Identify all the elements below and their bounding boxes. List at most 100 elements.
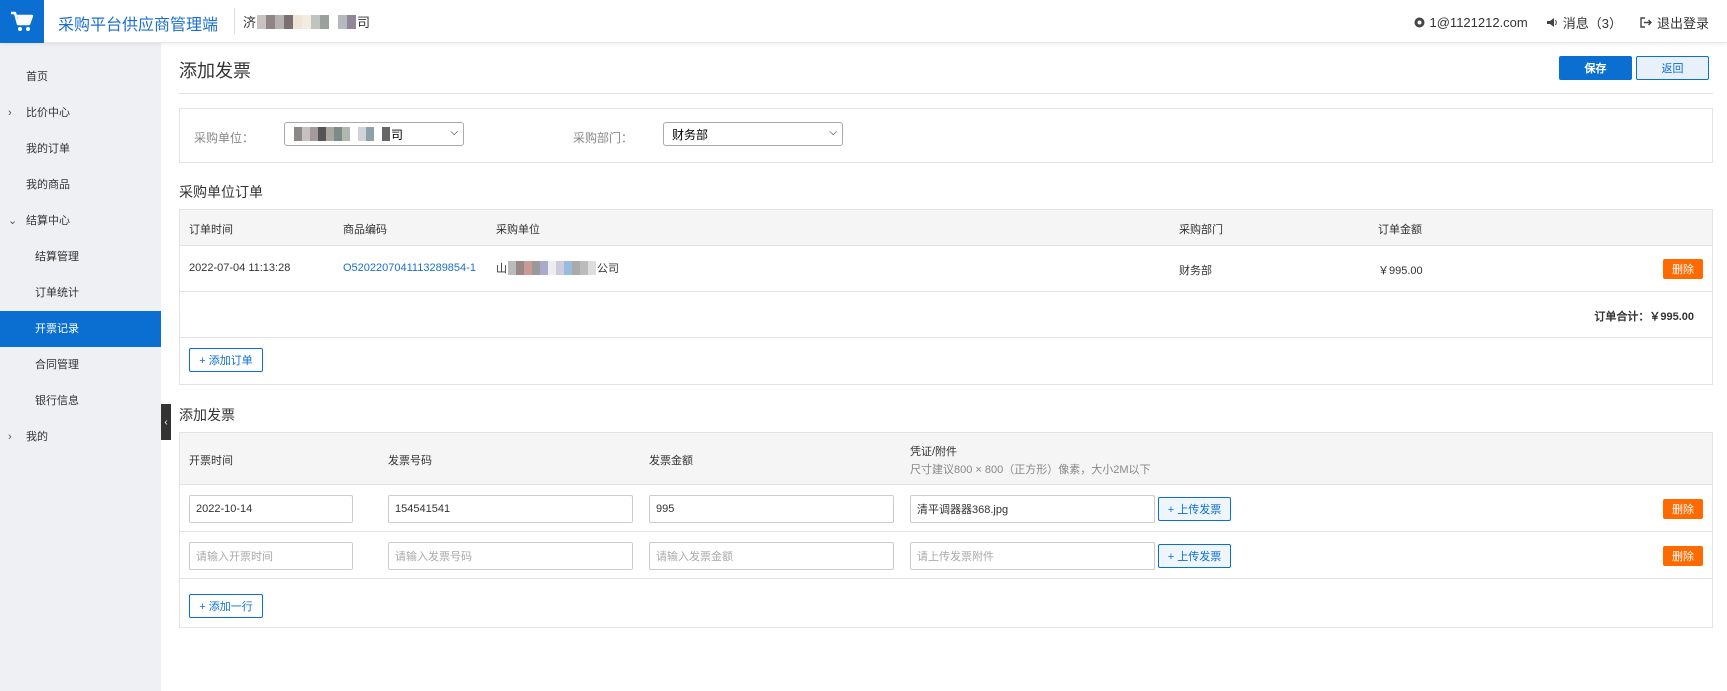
sidebar-item-label: 结算管理 bbox=[35, 251, 79, 263]
company-name: 济 司 bbox=[243, 12, 370, 31]
purchase-unit-label: 采购单位： bbox=[194, 131, 255, 145]
invoices-section-title: 添加发票 bbox=[179, 407, 235, 423]
product-code-link[interactable]: O5202207041113289854-1 bbox=[343, 262, 476, 274]
filter-panel: 采购单位： 司 ⌵ 采购部门： 财务部 ⌵ bbox=[179, 108, 1713, 163]
invoice-date-input[interactable]: 2022-10-14 bbox=[189, 495, 353, 523]
company-name-prefix: 济 bbox=[243, 15, 257, 30]
col-header-invoice-amount: 发票金额 bbox=[649, 455, 693, 467]
user-dot-icon bbox=[1414, 17, 1424, 28]
delete-order-button[interactable]: 删除 bbox=[1663, 259, 1703, 279]
sidebar-collapse-handle[interactable]: ‹ bbox=[161, 404, 171, 440]
chevron-left-icon: ‹ bbox=[164, 416, 168, 428]
purchase-dept-label: 采购部门： bbox=[573, 131, 634, 145]
col-header-purchase-dept: 采购部门 bbox=[1179, 224, 1223, 236]
speaker-icon bbox=[1546, 18, 1557, 27]
purchase-unit-prefix: 山 bbox=[496, 263, 507, 275]
redacted-company-name bbox=[257, 14, 357, 29]
header-divider bbox=[234, 8, 235, 34]
logout-link[interactable]: 退出登录 bbox=[1640, 13, 1709, 32]
messages-link[interactable]: 消息（3） bbox=[1546, 13, 1622, 32]
purchase-unit-suffix: 公司 bbox=[597, 263, 619, 275]
redacted-unit-name bbox=[508, 261, 596, 275]
messages-label: 消息（3） bbox=[1562, 16, 1622, 31]
purchase-unit-select[interactable]: 司 ⌵ bbox=[284, 122, 464, 146]
invoice-attachment-input[interactable]: 请上传发票附件 bbox=[910, 542, 1155, 570]
invoice-number-input[interactable]: 请输入发票号码 bbox=[388, 542, 633, 570]
save-button[interactable]: 保存 bbox=[1559, 56, 1632, 80]
table-row: 2022-10-14 154541541 995 清平调器器368.jpg + … bbox=[180, 485, 1712, 532]
invoice-amount-input[interactable]: 995 bbox=[649, 495, 894, 523]
orders-table: 订单时间 商品编码 采购单位 采购部门 订单金额 2022-07-04 11:1… bbox=[179, 209, 1713, 385]
purchase-dept-value: 财务部 bbox=[672, 127, 709, 142]
chevron-down-icon: ⌵ bbox=[450, 127, 458, 138]
sidebar-item-label: 我的商品 bbox=[26, 179, 70, 191]
chevron-down-icon: ⌵ bbox=[829, 127, 837, 138]
table-row: 2022-07-04 11:13:28 O5202207041113289854… bbox=[180, 246, 1712, 292]
sidebar-item-price-compare[interactable]: › 比价中心 bbox=[0, 95, 161, 131]
logout-icon bbox=[1640, 17, 1652, 28]
col-header-invoice-number: 发票号码 bbox=[388, 455, 432, 467]
purchase-unit-cell: 山 公司 bbox=[496, 260, 619, 276]
sidebar-item-label: 我的 bbox=[26, 431, 48, 443]
sidebar-item-order-statistics[interactable]: 订单统计 bbox=[0, 275, 161, 311]
logout-label: 退出登录 bbox=[1656, 16, 1709, 31]
user-email: 1@1121212.com bbox=[1429, 15, 1528, 30]
chevron-right-icon: › bbox=[8, 107, 12, 119]
order-time-cell: 2022-07-04 11:13:28 bbox=[189, 262, 291, 274]
back-button[interactable]: 返回 bbox=[1636, 56, 1709, 80]
invoice-number-input[interactable]: 154541541 bbox=[388, 495, 633, 523]
order-amount-cell: ￥995.00 bbox=[1378, 265, 1423, 277]
chevron-right-icon: › bbox=[8, 431, 12, 443]
redacted-unit-name bbox=[294, 127, 390, 141]
header-user-area: 1@1121212.com 消息（3） 退出登录 bbox=[1396, 13, 1709, 32]
col-header-product-code: 商品编码 bbox=[343, 224, 387, 236]
user-account[interactable]: 1@1121212.com bbox=[1414, 15, 1528, 30]
orders-table-header: 订单时间 商品编码 采购单位 采购部门 订单金额 bbox=[180, 210, 1712, 246]
sidebar-item-label: 订单统计 bbox=[35, 287, 79, 299]
invoice-date-input[interactable]: 请输入开票时间 bbox=[189, 542, 353, 570]
delete-invoice-row-button[interactable]: 删除 bbox=[1663, 499, 1703, 519]
sidebar-item-mine[interactable]: › 我的 bbox=[0, 419, 161, 455]
company-name-suffix: 司 bbox=[357, 15, 371, 30]
top-header: 采购平台供应商管理端 济 司 1@1121212.com 消息（3） 退出登录 bbox=[0, 0, 1727, 43]
app-title: 采购平台供应商管理端 bbox=[58, 17, 219, 34]
col-header-invoice-date: 开票时间 bbox=[189, 455, 233, 467]
sidebar-item-settlement-management[interactable]: 结算管理 bbox=[0, 239, 161, 275]
delete-invoice-row-button[interactable]: 删除 bbox=[1663, 546, 1703, 566]
sidebar-item-invoice-records[interactable]: 开票记录 bbox=[0, 311, 161, 347]
sidebar-item-home[interactable]: 首页 bbox=[0, 59, 161, 95]
invoices-table-header: 开票时间 发票号码 发票金额 凭证/附件 尺寸建议800 × 800（正方形）像… bbox=[180, 433, 1712, 485]
attachment-size-hint: 尺寸建议800 × 800（正方形）像素，大小2M以下 bbox=[910, 464, 1151, 476]
invoices-table: 开票时间 发票号码 发票金额 凭证/附件 尺寸建议800 × 800（正方形）像… bbox=[179, 432, 1713, 628]
table-row: 请输入开票时间 请输入发票号码 请输入发票金额 请上传发票附件 + 上传发票 删… bbox=[180, 532, 1712, 579]
sidebar-item-my-products[interactable]: 我的商品 bbox=[0, 167, 161, 203]
sidebar-item-label: 比价中心 bbox=[26, 107, 70, 119]
page-title: 添加发票 bbox=[179, 61, 251, 81]
sidebar-item-my-orders[interactable]: 我的订单 bbox=[0, 131, 161, 167]
purchase-unit-value-suffix: 司 bbox=[391, 127, 404, 142]
sidebar-item-label: 首页 bbox=[26, 71, 48, 83]
order-total: 订单合计：￥995.00 bbox=[1594, 311, 1694, 323]
invoice-attachment-input[interactable]: 清平调器器368.jpg bbox=[910, 495, 1155, 523]
sidebar-item-bank-info[interactable]: 银行信息 bbox=[0, 383, 161, 419]
sidebar-item-settlement-center[interactable]: ⌄ 结算中心 bbox=[0, 203, 161, 239]
add-row-button[interactable]: + 添加一行 bbox=[189, 594, 263, 618]
col-header-attachment: 凭证/附件 bbox=[910, 446, 958, 458]
sidebar-item-contract-management[interactable]: 合同管理 bbox=[0, 347, 161, 383]
col-header-order-amount: 订单金额 bbox=[1378, 224, 1422, 236]
orders-total-row: 订单合计：￥995.00 bbox=[180, 292, 1712, 338]
sidebar-nav: 首页 › 比价中心 我的订单 我的商品 ⌄ 结算中心 结算管理 订单统计 开票记录 … bbox=[0, 43, 161, 691]
invoice-amount-input[interactable]: 请输入发票金额 bbox=[649, 542, 894, 570]
title-divider bbox=[179, 93, 1713, 94]
sidebar-item-label: 我的订单 bbox=[26, 143, 70, 155]
cart-logo-icon[interactable] bbox=[0, 0, 44, 43]
upload-invoice-button[interactable]: + 上传发票 bbox=[1158, 497, 1231, 521]
sidebar-item-label: 银行信息 bbox=[35, 395, 79, 407]
upload-invoice-button[interactable]: + 上传发票 bbox=[1158, 544, 1231, 568]
purchase-dept-cell: 财务部 bbox=[1179, 265, 1212, 277]
sidebar-item-label: 结算中心 bbox=[26, 215, 70, 227]
purchase-dept-select[interactable]: 财务部 ⌵ bbox=[663, 122, 843, 146]
col-header-purchase-unit: 采购单位 bbox=[496, 224, 540, 236]
add-order-button[interactable]: + 添加订单 bbox=[189, 348, 263, 372]
sidebar-item-label: 开票记录 bbox=[35, 323, 79, 335]
